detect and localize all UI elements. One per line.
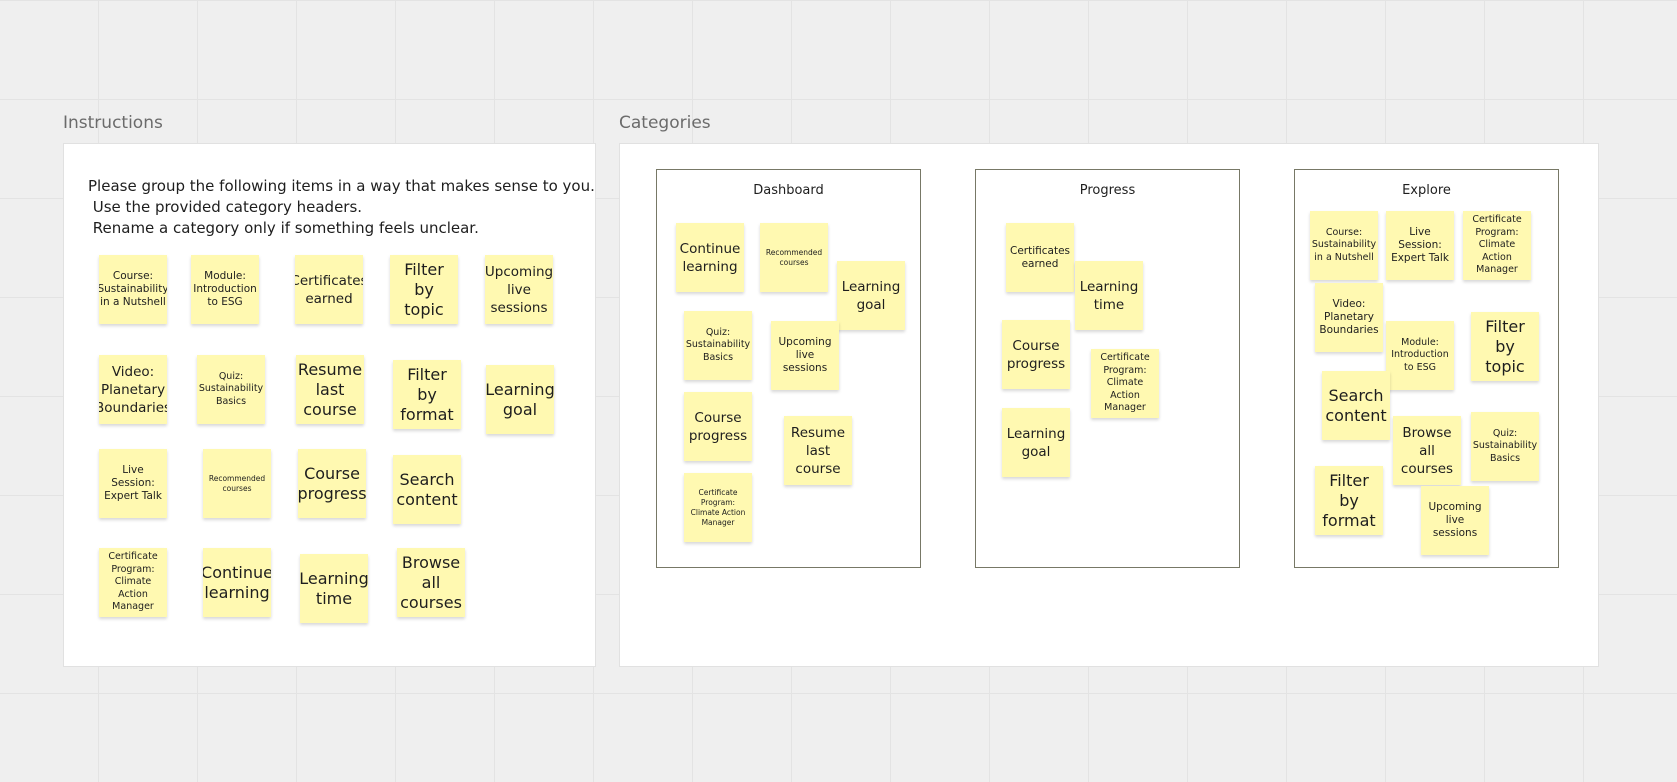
sticky-note-filter-format[interactable]: Filter by format bbox=[393, 360, 461, 429]
sticky-note-certificate-program[interactable]: Certificate Program: Climate Action Mana… bbox=[1091, 349, 1159, 418]
sticky-note-course-progress[interactable]: Course progress bbox=[1002, 320, 1070, 389]
instructions-line: Rename a category only if something feel… bbox=[88, 219, 479, 237]
sticky-note-filter-format[interactable]: Filter by format bbox=[1315, 466, 1383, 535]
sticky-note-resume-last[interactable]: Resume last course bbox=[784, 416, 852, 485]
sticky-note-live-session[interactable]: Live Session: Expert Talk bbox=[1386, 211, 1454, 280]
sticky-note-certificate-program[interactable]: Certificate Program: Climate Action Mana… bbox=[1463, 211, 1531, 280]
category-title-progress[interactable]: Progress bbox=[976, 183, 1239, 198]
sticky-note-module-esg[interactable]: Module: Introduction to ESG bbox=[191, 255, 259, 324]
sticky-note-quiz-basics[interactable]: Quiz: Sustainability Basics bbox=[1471, 412, 1539, 481]
sticky-note-browse-all[interactable]: Browse all courses bbox=[397, 548, 465, 617]
sticky-note-learning-goal[interactable]: Learning goal bbox=[486, 365, 554, 434]
category-title-dashboard[interactable]: Dashboard bbox=[657, 183, 920, 198]
sticky-note-browse-all[interactable]: Browse all courses bbox=[1393, 416, 1461, 485]
sticky-note-module-esg[interactable]: Module: Introduction to ESG bbox=[1386, 321, 1454, 390]
categories-frame-title[interactable]: Categories bbox=[619, 113, 711, 133]
category-title-explore[interactable]: Explore bbox=[1295, 183, 1558, 198]
sticky-note-quiz-basics[interactable]: Quiz: Sustainability Basics bbox=[684, 311, 752, 380]
sticky-note-learning-time[interactable]: Learning time bbox=[300, 554, 368, 623]
sticky-note-filter-topic[interactable]: Filter by topic bbox=[390, 255, 458, 324]
sticky-note-upcoming-live[interactable]: Upcoming live sessions bbox=[485, 255, 553, 324]
sticky-note-learning-goal[interactable]: Learning goal bbox=[1002, 408, 1070, 477]
sticky-note-continue-learning[interactable]: Continue learning bbox=[203, 548, 271, 617]
instructions-frame-title[interactable]: Instructions bbox=[63, 113, 163, 133]
sticky-note-certificate-program[interactable]: Certificate Program: Climate Action Mana… bbox=[99, 548, 167, 617]
sticky-note-live-session[interactable]: Live Session: Expert Talk bbox=[99, 449, 167, 518]
sticky-note-course-nutshell[interactable]: Course: Sustainability in a Nutshell bbox=[99, 255, 167, 324]
sticky-note-recommended[interactable]: Recommended courses bbox=[203, 449, 271, 518]
sticky-note-learning-time[interactable]: Learning time bbox=[1075, 261, 1143, 330]
sticky-note-resume-last[interactable]: Resume last course bbox=[296, 355, 364, 424]
sticky-note-search-content[interactable]: Search content bbox=[1322, 371, 1390, 440]
sticky-note-certificates-earned[interactable]: Certificates earned bbox=[295, 255, 363, 324]
sticky-note-certificate-program[interactable]: Certificate Program: Climate Action Mana… bbox=[684, 473, 752, 542]
sticky-note-continue-learning[interactable]: Continue learning bbox=[676, 223, 744, 292]
sticky-note-recommended[interactable]: Recommended courses bbox=[760, 223, 828, 292]
instructions-text[interactable]: Please group the following items in a wa… bbox=[88, 176, 595, 239]
sticky-note-course-progress[interactable]: Course progress bbox=[298, 449, 366, 518]
sticky-note-video-planetary[interactable]: Video: Planetary Boundaries bbox=[1315, 283, 1383, 352]
instructions-line: Please group the following items in a wa… bbox=[88, 177, 595, 195]
sticky-note-upcoming-live[interactable]: Upcoming live sessions bbox=[771, 321, 839, 390]
sticky-note-course-progress[interactable]: Course progress bbox=[684, 392, 752, 461]
sticky-note-quiz-basics[interactable]: Quiz: Sustainability Basics bbox=[197, 355, 265, 424]
sticky-note-learning-goal[interactable]: Learning goal bbox=[837, 261, 905, 330]
sticky-note-filter-topic[interactable]: Filter by topic bbox=[1471, 312, 1539, 381]
instructions-line: Use the provided category headers. bbox=[88, 198, 363, 216]
sticky-note-certificates-earned[interactable]: Certificates earned bbox=[1006, 223, 1074, 292]
sticky-note-course-nutshell[interactable]: Course: Sustainability in a Nutshell bbox=[1310, 211, 1378, 280]
sticky-note-upcoming-live[interactable]: Upcoming live sessions bbox=[1421, 486, 1489, 555]
sticky-note-search-content[interactable]: Search content bbox=[393, 455, 461, 524]
sticky-note-video-planetary[interactable]: Video: Planetary Boundaries bbox=[99, 355, 167, 424]
